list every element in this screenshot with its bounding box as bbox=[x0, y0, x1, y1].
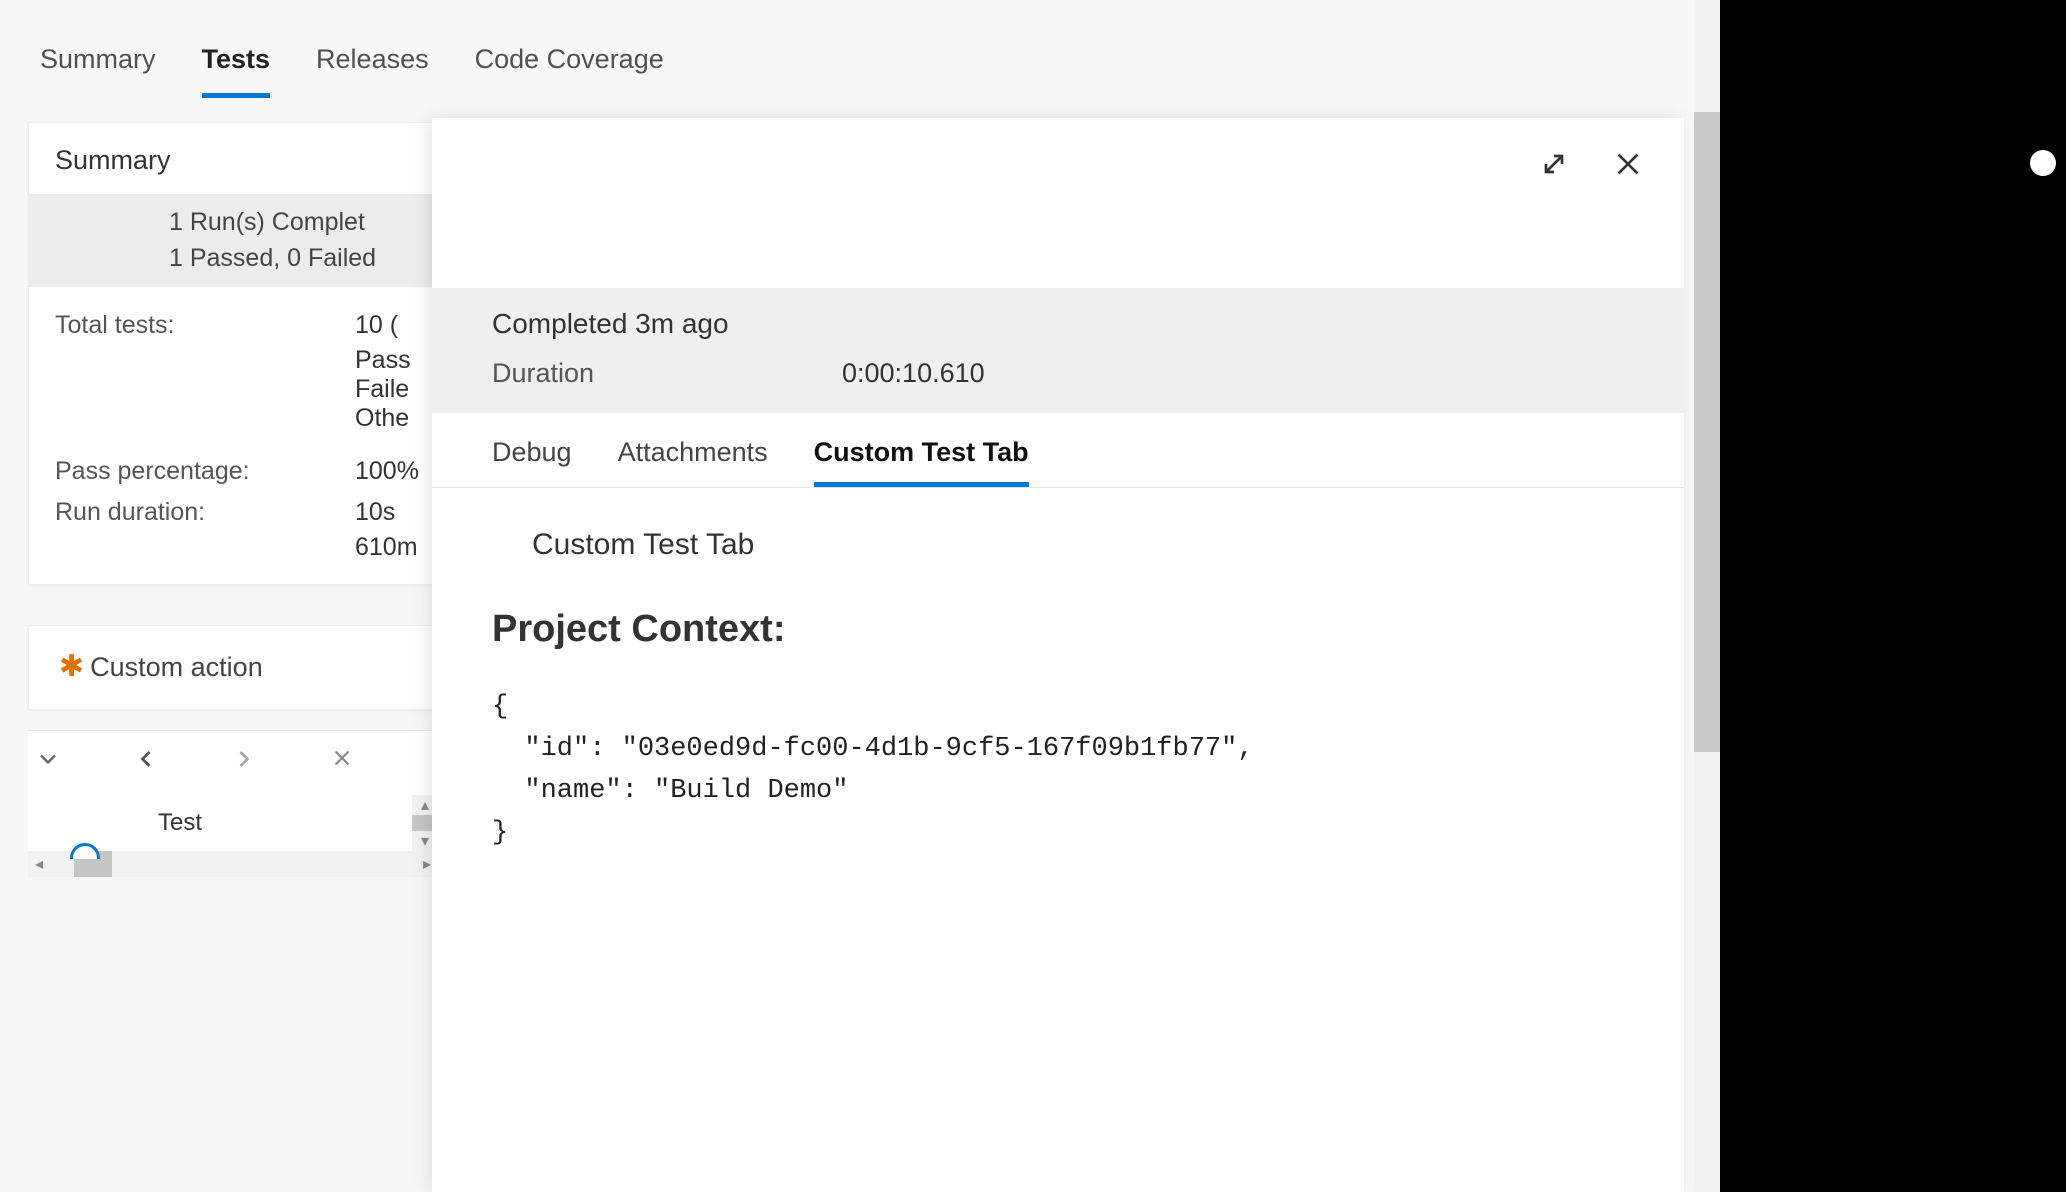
expand-icon[interactable] bbox=[1538, 148, 1570, 188]
build-tabs: Summary Tests Releases Code Coverage bbox=[0, 0, 1720, 98]
total-tests-label: Total tests: bbox=[55, 311, 355, 340]
completed-text: Completed 3m ago bbox=[492, 308, 1624, 340]
summary-run-line-2: 1 Passed, 0 Failed bbox=[169, 240, 437, 276]
summary-stats: Total tests: 10 ( Pass Faile Othe Pass p… bbox=[29, 287, 437, 584]
test-detail-flyout: Completed 3m ago Duration 0:00:10.610 De… bbox=[432, 118, 1684, 1192]
run-duration-value: 10s bbox=[355, 498, 437, 527]
tab-tests[interactable]: Tests bbox=[202, 32, 271, 98]
run-duration-label: Run duration: bbox=[55, 498, 355, 527]
chevron-left-icon[interactable] bbox=[126, 745, 166, 781]
scroll-up-icon[interactable]: ▴ bbox=[421, 795, 429, 815]
close-flyout-icon[interactable] bbox=[1612, 148, 1644, 188]
close-icon[interactable] bbox=[322, 745, 362, 781]
page-scroll-thumb[interactable] bbox=[1694, 112, 1720, 752]
pass-pct-value: 100% bbox=[355, 457, 437, 486]
pass-pct-label: Pass percentage: bbox=[55, 457, 355, 486]
custom-action-card[interactable]: ✱ Custom action bbox=[28, 625, 438, 710]
tab-code-coverage[interactable]: Code Coverage bbox=[475, 32, 664, 93]
black-side-panel bbox=[1720, 0, 2066, 1192]
asterisk-icon: ✱ bbox=[59, 652, 84, 682]
flyout-header: Completed 3m ago Duration 0:00:10.610 bbox=[432, 288, 1684, 413]
summary-card: Summary 1 Run(s) Complet 1 Passed, 0 Fai… bbox=[28, 122, 438, 585]
flyout-tab-attachments[interactable]: Attachments bbox=[618, 427, 768, 487]
flyout-tabs: Debug Attachments Custom Test Tab bbox=[432, 413, 1684, 488]
scroll-down-icon[interactable]: ▾ bbox=[421, 831, 429, 851]
horizontal-scrollbar[interactable]: ◂ ▸ bbox=[28, 851, 438, 877]
run-duration-sub: 610m bbox=[55, 533, 437, 562]
summary-column: Summary 1 Run(s) Complet 1 Passed, 0 Fai… bbox=[28, 122, 438, 1192]
project-context-json: { "id": "03e0ed9d-fc00-4d1b-9cf5-167f09b… bbox=[492, 687, 1624, 854]
total-tests-sub-other: Othe bbox=[55, 404, 437, 433]
duration-value: 0:00:10.610 bbox=[842, 358, 985, 389]
chevron-right-icon[interactable] bbox=[224, 745, 264, 781]
flyout-body: Custom Test Tab Project Context: { "id":… bbox=[432, 488, 1684, 894]
scroll-left-icon[interactable]: ◂ bbox=[28, 854, 50, 874]
page-scrollbar[interactable] bbox=[1694, 0, 1720, 1192]
custom-tab-subheading: Custom Test Tab bbox=[532, 528, 1624, 562]
project-context-heading: Project Context: bbox=[492, 608, 1624, 651]
test-nav-toolbar: Test ▴ ▾ ◂ ▸ bbox=[28, 730, 438, 877]
white-dot-indicator bbox=[2030, 150, 2056, 176]
chevron-down-icon[interactable] bbox=[28, 745, 68, 781]
total-tests-value: 10 ( bbox=[355, 311, 437, 340]
summary-run-status: 1 Run(s) Complet 1 Passed, 0 Failed bbox=[29, 194, 437, 287]
custom-action-label: Custom action bbox=[90, 652, 263, 683]
duration-label: Duration bbox=[492, 358, 842, 389]
summary-run-line-1: 1 Run(s) Complet bbox=[169, 204, 437, 240]
tab-releases[interactable]: Releases bbox=[316, 32, 429, 93]
total-tests-sub-pass: Pass bbox=[55, 346, 437, 375]
flyout-tab-debug[interactable]: Debug bbox=[492, 427, 572, 487]
test-label-row: Test ▴ ▾ bbox=[28, 795, 438, 851]
summary-heading: Summary bbox=[29, 123, 437, 194]
flyout-tab-custom[interactable]: Custom Test Tab bbox=[814, 427, 1029, 487]
tab-summary[interactable]: Summary bbox=[40, 32, 156, 93]
total-tests-sub-fail: Faile bbox=[55, 375, 437, 404]
test-column-header[interactable]: Test bbox=[158, 809, 202, 836]
